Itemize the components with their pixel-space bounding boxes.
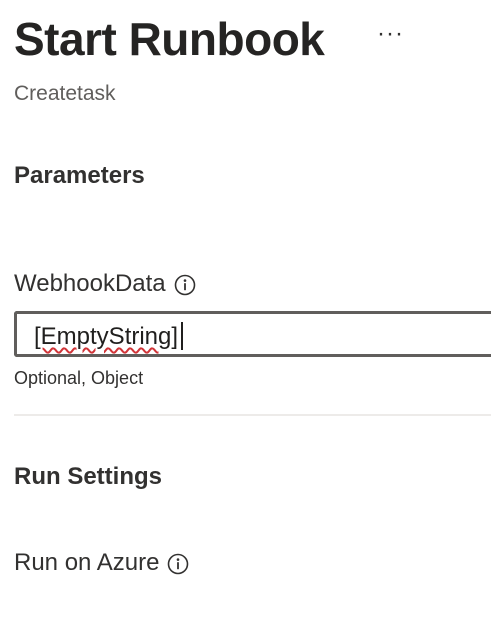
info-icon[interactable] — [174, 274, 196, 296]
start-runbook-pane: Start Runbook ··· Createtask Parameters … — [0, 0, 491, 635]
run-on-azure-label-text: Run on Azure — [14, 549, 160, 576]
section-divider — [14, 414, 491, 416]
parameters-heading: Parameters — [14, 162, 145, 189]
info-icon[interactable] — [167, 553, 189, 575]
page-title: Start Runbook — [14, 13, 325, 65]
webhookdata-label-text: WebhookData — [14, 270, 166, 297]
run-settings-heading: Run Settings — [14, 463, 162, 490]
webhookdata-label: WebhookData — [14, 270, 196, 298]
webhookdata-hint: Optional, Object — [14, 368, 144, 388]
more-options-icon[interactable]: ··· — [377, 22, 404, 46]
text-caret — [181, 322, 183, 350]
runbook-name: Createtask — [14, 82, 116, 105]
webhookdata-input-value: [EmptyString] — [34, 323, 179, 350]
webhookdata-input[interactable]: [EmptyString] — [14, 311, 491, 357]
run-on-azure-label: Run on Azure — [14, 549, 189, 577]
